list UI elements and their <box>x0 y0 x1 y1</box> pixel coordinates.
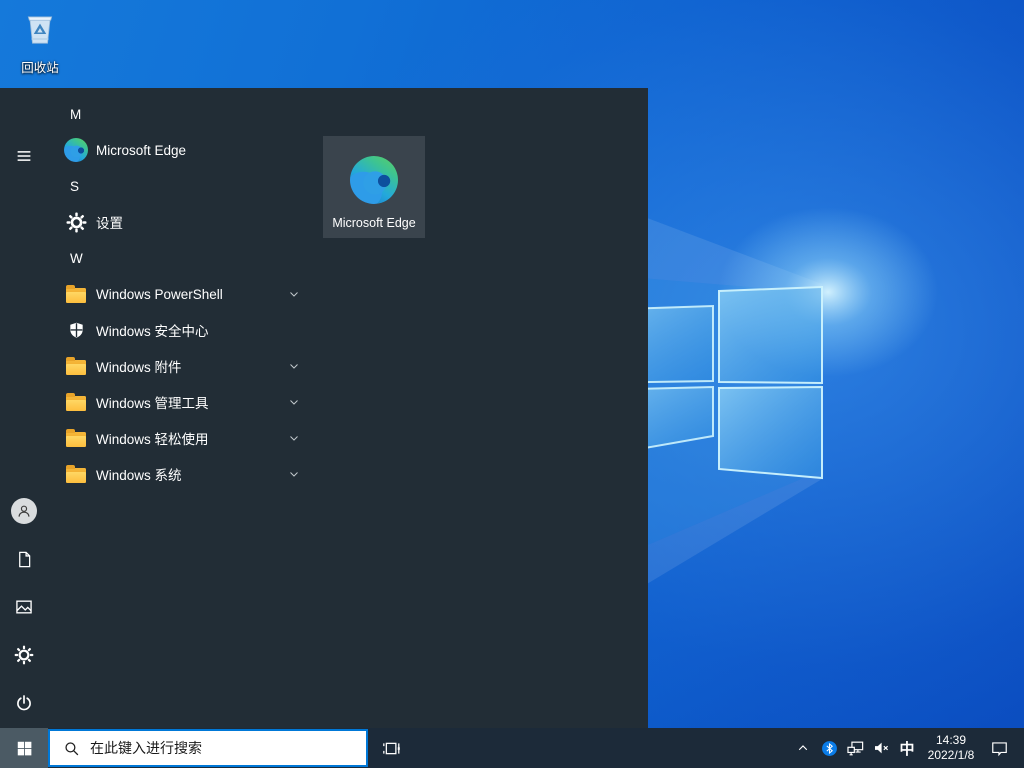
bluetooth-icon <box>821 740 838 757</box>
power-icon <box>14 693 34 713</box>
folder-icon <box>64 354 88 378</box>
tray-expand-button[interactable] <box>790 728 816 768</box>
chevron-up-icon <box>796 741 810 755</box>
search-input[interactable] <box>90 740 340 756</box>
taskbar-empty-area <box>414 728 790 768</box>
folder-icon <box>64 426 88 450</box>
taskbar-search-box[interactable] <box>48 729 368 767</box>
task-view-icon <box>382 739 401 758</box>
clock-date: 2022/1/8 <box>928 748 975 763</box>
expand-menu-button[interactable] <box>0 132 48 180</box>
taskbar-clock[interactable]: 14:39 2022/1/8 <box>920 733 982 763</box>
folder-icon <box>64 462 88 486</box>
ime-mode-label: 中 <box>899 738 914 759</box>
settings-gear-icon <box>14 645 34 665</box>
recycle-bin-label: 回收站 <box>10 57 70 76</box>
start-button[interactable] <box>0 728 48 768</box>
section-header-m[interactable]: M <box>48 96 330 132</box>
network-icon <box>846 739 865 758</box>
app-list: M Microsoft Edge S <box>48 88 330 492</box>
pictures-icon <box>14 597 34 617</box>
shield-icon <box>64 318 88 342</box>
bluetooth-tray-button[interactable] <box>816 728 842 768</box>
documents-button[interactable] <box>0 535 48 583</box>
system-tray: 中 14:39 2022/1/8 <box>790 728 1024 768</box>
hamburger-icon <box>15 147 33 165</box>
chevron-down-icon <box>288 348 300 384</box>
chevron-down-icon <box>288 276 300 312</box>
recycle-bin-icon <box>20 8 60 50</box>
desktop-screen: 回收站 <box>0 0 1024 768</box>
start-menu: M Microsoft Edge S <box>0 88 648 728</box>
app-item-windows-admin-tools[interactable]: Windows 管理工具 <box>48 384 330 420</box>
ime-mode-button[interactable]: 中 <box>894 728 920 768</box>
edge-logo-icon <box>64 138 88 162</box>
user-icon <box>15 502 33 520</box>
tile-microsoft-edge[interactable]: Microsoft Edge <box>323 136 425 238</box>
app-item-settings[interactable]: 设置 <box>48 204 330 240</box>
gear-icon <box>64 210 88 234</box>
windows-logo-icon <box>16 740 33 757</box>
edge-logo-icon <box>350 156 398 204</box>
tile-label: Microsoft Edge <box>323 216 425 230</box>
notification-icon <box>990 739 1009 758</box>
chevron-down-icon <box>288 420 300 456</box>
chevron-down-icon <box>288 456 300 492</box>
section-header-s[interactable]: S <box>48 168 330 204</box>
avatar <box>11 498 37 524</box>
app-item-windows-ease-of-access[interactable]: Windows 轻松使用 <box>48 420 330 456</box>
action-center-button[interactable] <box>982 728 1016 768</box>
volume-tray-button[interactable] <box>868 728 894 768</box>
app-item-windows-accessories[interactable]: Windows 附件 <box>48 348 330 384</box>
document-icon <box>15 550 34 569</box>
clock-time: 14:39 <box>936 733 966 748</box>
network-tray-button[interactable] <box>842 728 868 768</box>
search-icon <box>63 740 80 757</box>
user-account-button[interactable] <box>0 487 48 535</box>
pictures-button[interactable] <box>0 583 48 631</box>
app-item-windows-system[interactable]: Windows 系统 <box>48 456 330 492</box>
recycle-bin-shortcut[interactable]: 回收站 <box>10 8 70 76</box>
start-menu-rail <box>0 88 48 728</box>
volume-muted-icon <box>872 739 890 757</box>
app-item-microsoft-edge[interactable]: Microsoft Edge <box>48 132 330 168</box>
settings-button[interactable] <box>0 631 48 679</box>
tile-area: Microsoft Edge <box>330 88 648 728</box>
chevron-down-icon <box>288 384 300 420</box>
app-item-windows-powershell[interactable]: Windows PowerShell <box>48 276 330 312</box>
folder-icon <box>64 282 88 306</box>
folder-icon <box>64 390 88 414</box>
section-header-w[interactable]: W <box>48 240 330 276</box>
taskbar: 中 14:39 2022/1/8 <box>0 728 1024 768</box>
power-button[interactable] <box>0 679 48 727</box>
app-item-windows-security[interactable]: Windows 安全中心 <box>48 312 330 348</box>
task-view-button[interactable] <box>368 728 414 768</box>
